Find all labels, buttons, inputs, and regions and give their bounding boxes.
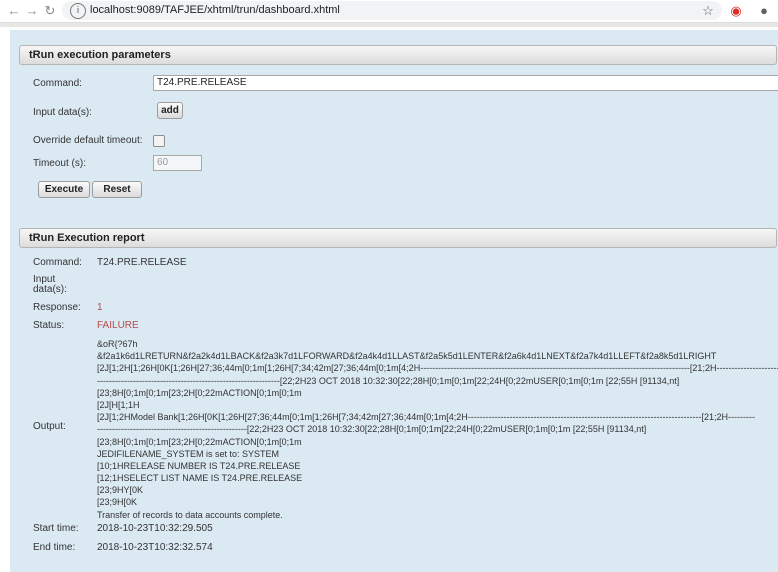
parameters-panel-header: tRun execution parameters [19, 45, 777, 65]
execute-button[interactable]: Execute [38, 181, 90, 198]
report-panel-header: tRun Execution report [19, 228, 777, 248]
page-content: tRun execution parameters Command: T24.P… [10, 30, 778, 572]
start-time-label: Start time: [33, 523, 79, 534]
add-input-button[interactable]: add [157, 102, 183, 119]
output-line: [23;8H[0;1m[0;1m[23;2H[0;22mACTION[0;1m[… [97, 387, 302, 398]
output-line: [12;1HSELECT LIST NAME IS T24.PRE.RELEAS… [97, 473, 303, 484]
page-top-strip [0, 23, 778, 27]
report-command-label: Command: [33, 257, 82, 268]
parameters-panel-title: tRun execution parameters [29, 49, 171, 61]
output-line: &f2a1k6d1LRETURN&f2a2k4d1LBACK&f2a3k7d1L… [97, 351, 717, 362]
start-time-value: 2018-10-23T10:32:29.505 [97, 523, 213, 534]
end-time-value: 2018-10-23T10:32:32.574 [97, 542, 213, 553]
end-time-label: End time: [33, 542, 76, 553]
output-line: [2J[H[1;1H [97, 399, 140, 410]
output-line: ----------------------------------------… [97, 424, 647, 435]
command-input[interactable]: T24.PRE.RELEASE [153, 75, 778, 91]
timeout-label: Timeout (s): [33, 158, 86, 169]
account-icon[interactable]: ● [756, 3, 772, 19]
output-line: JEDIFILENAME_SYSTEM is set to: SYSTEM [97, 448, 280, 459]
info-icon[interactable]: i [70, 3, 86, 19]
status-badge: FAILURE [97, 320, 139, 331]
output-label: Output: [33, 421, 66, 432]
execution-report-panel: tRun Execution report Command: T24.PRE.R… [19, 228, 778, 568]
address-bar[interactable]: i localhost:9089/TAFJEE/xhtml/trun/dashb… [62, 1, 722, 20]
input-data-label: Input data(s): [33, 107, 92, 118]
override-timeout-checkbox[interactable] [153, 135, 165, 147]
output-line: [23;8H[0;1m[0;1m[23;2H[0;22mACTION[0;1m[… [97, 436, 302, 447]
output-text: &oR{?67h &f2a1k6d1LRETURN&f2a2k4d1LBACK&… [97, 338, 778, 521]
status-label: Status: [33, 320, 65, 331]
report-command-value: T24.PRE.RELEASE [97, 257, 187, 268]
output-line: [2J[1;2HModel Bank[1;26H[0K[1;26H[27;36;… [97, 412, 755, 423]
extension-icon[interactable]: ◉ [728, 3, 744, 19]
output-line: ----------------------------------------… [97, 375, 680, 386]
command-label: Command: [33, 78, 82, 89]
output-line: [23;9H[0K [97, 497, 138, 508]
output-line: &oR{?67h [97, 339, 138, 349]
reload-icon[interactable]: ↻ [42, 3, 58, 19]
browser-toolbar: ← → ↻ i localhost:9089/TAFJEE/xhtml/trun… [0, 0, 778, 23]
url-text[interactable]: localhost:9089/TAFJEE/xhtml/trun/dashboa… [90, 4, 340, 16]
output-line: [23;9HY[0K [97, 485, 144, 496]
response-label: Response: [33, 302, 81, 313]
execution-parameters-panel: tRun execution parameters Command: T24.P… [19, 45, 778, 205]
output-line: Transfer of records to data accounts com… [97, 509, 283, 520]
report-panel-title: tRun Execution report [29, 232, 145, 244]
report-input-label-2: data(s): [33, 284, 67, 295]
override-timeout-label: Override default timeout: [33, 135, 143, 146]
output-line: [10;1HRELEASE NUMBER IS T24.PRE.RELEASE [97, 460, 301, 471]
reset-button[interactable]: Reset [92, 181, 142, 198]
timeout-input[interactable]: 60 [153, 155, 202, 171]
star-icon[interactable]: ☆ [700, 3, 716, 19]
output-line: [2J[1;2H[1;26H[0K[1;26H[27;36;44m[0;1m[1… [97, 363, 778, 374]
back-arrow-icon[interactable]: ← [6, 3, 22, 19]
forward-arrow-icon[interactable]: → [24, 3, 40, 19]
response-value: 1 [97, 302, 103, 313]
